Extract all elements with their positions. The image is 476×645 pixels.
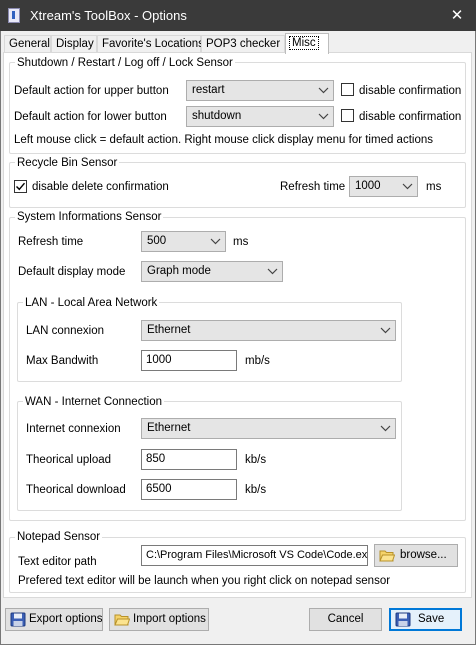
lower-disable-confirmation-label: disable confirmation <box>359 111 462 123</box>
display-mode-label: Default display mode <box>18 266 126 278</box>
upper-disable-confirmation-label: disable confirmation <box>359 85 462 97</box>
max-bandwidth-unit: mb/s <box>245 355 270 367</box>
dropdown-value: restart <box>192 84 225 96</box>
dropdown-value: Ethernet <box>147 422 191 434</box>
tab-label: POP3 checker <box>206 38 281 50</box>
theorical-download-input[interactable]: 6500 <box>141 479 237 500</box>
button-label: Save <box>418 613 445 625</box>
lower-action-dropdown[interactable]: shutdown <box>186 106 334 127</box>
sysinfo-refresh-label: Refresh time <box>18 236 84 248</box>
folder-icon <box>379 550 395 562</box>
tab-label: Display <box>56 38 94 50</box>
export-options-button[interactable]: Export options <box>5 608 103 631</box>
disable-delete-confirmation-checkbox[interactable] <box>14 180 27 193</box>
group-legend: LAN - Local Area Network <box>23 296 160 310</box>
internet-connexion-dropdown[interactable]: Ethernet <box>141 418 396 439</box>
title-bar[interactable]: Xtream's ToolBox - Options ✕ <box>0 0 476 31</box>
sysinfo-refresh-dropdown[interactable]: 500 <box>141 231 226 252</box>
save-button[interactable]: Save <box>389 608 462 631</box>
chevron-down-icon <box>318 87 329 94</box>
group-legend: Recycle Bin Sensor <box>15 156 120 170</box>
input-value: C:\Program Files\Microsoft VS Code\Code.… <box>146 549 368 561</box>
group-legend: System Informations Sensor <box>15 210 164 224</box>
button-label: Import options <box>133 613 206 625</box>
text-editor-path-input[interactable]: C:\Program Files\Microsoft VS Code\Code.… <box>141 545 368 566</box>
lan-connexion-dropdown[interactable]: Ethernet <box>141 320 396 341</box>
chevron-down-icon <box>210 238 221 245</box>
import-options-button[interactable]: Import options <box>109 608 209 631</box>
close-icon: ✕ <box>450 7 464 24</box>
lower-disable-confirmation-checkbox[interactable] <box>341 109 354 122</box>
cancel-button[interactable]: Cancel <box>309 608 382 631</box>
lan-connexion-label: LAN connexion <box>26 325 104 337</box>
chevron-down-icon <box>267 268 278 275</box>
theorical-upload-label: Theorical upload <box>26 454 112 466</box>
max-bandwidth-label: Max Bandwith <box>26 355 99 367</box>
upper-action-dropdown[interactable]: restart <box>186 80 334 101</box>
sysinfo-refresh-unit: ms <box>233 236 249 248</box>
button-label: browse... <box>400 549 447 561</box>
input-value: 1000 <box>146 354 172 366</box>
dropdown-value: shutdown <box>192 110 242 122</box>
chevron-down-icon <box>318 113 329 120</box>
tab-pop3-checker[interactable]: POP3 checker <box>201 35 285 53</box>
group-legend: Shutdown / Restart / Log off / Lock Sens… <box>15 56 235 70</box>
max-bandwidth-input[interactable]: 1000 <box>141 350 237 371</box>
theorical-upload-input[interactable]: 850 <box>141 449 237 470</box>
browse-button[interactable]: browse... <box>374 544 458 567</box>
dropdown-value: 500 <box>147 235 167 247</box>
input-value: 850 <box>146 453 166 465</box>
recycle-refresh-dropdown[interactable]: 1000 <box>349 176 418 197</box>
internet-connexion-label: Internet connexion <box>26 423 121 435</box>
group-legend: Notepad Sensor <box>15 530 103 544</box>
tab-label: Favorite's Locations <box>102 38 204 50</box>
chevron-down-icon <box>380 327 391 334</box>
tab-label: General <box>9 38 50 50</box>
display-mode-dropdown[interactable]: Graph mode <box>141 261 283 282</box>
tab-misc[interactable]: Misc <box>285 33 329 54</box>
button-label: Export options <box>29 613 103 625</box>
shutdown-hint: Left mouse click = default action. Right… <box>14 134 433 146</box>
tab-display[interactable]: Display <box>51 35 97 53</box>
tab-general[interactable]: General <box>4 35 51 53</box>
tab-label: Misc <box>289 36 319 50</box>
tab-favorites-locations[interactable]: Favorite's Locations <box>97 35 204 53</box>
button-label: Cancel <box>327 613 364 625</box>
folder-icon <box>114 614 130 626</box>
group-legend: WAN - Internet Connection <box>23 395 164 409</box>
chevron-down-icon <box>402 183 413 190</box>
disable-delete-confirmation-label: disable delete confirmation <box>32 181 169 193</box>
close-button[interactable]: ✕ <box>438 0 476 31</box>
upper-button-label: Default action for upper button <box>14 85 169 97</box>
window-title: Xtream's ToolBox - Options <box>30 8 187 23</box>
upper-disable-confirmation-checkbox[interactable] <box>341 83 354 96</box>
theorical-upload-unit: kb/s <box>245 454 267 466</box>
recycle-refresh-label: Refresh time <box>280 181 346 193</box>
dropdown-value: Graph mode <box>147 265 211 277</box>
chevron-down-icon <box>380 425 391 432</box>
floppy-disk-icon <box>395 612 411 627</box>
theorical-download-label: Theorical download <box>26 484 126 496</box>
theorical-download-unit: kb/s <box>245 484 267 496</box>
dropdown-value: 1000 <box>355 180 381 192</box>
floppy-disk-icon <box>10 612 26 627</box>
notepad-hint: Prefered text editor will be launch when… <box>18 575 391 587</box>
text-editor-path-label: Text editor path <box>18 556 97 568</box>
input-value: 6500 <box>146 483 172 495</box>
dropdown-value: Ethernet <box>147 324 191 336</box>
app-icon <box>8 8 20 23</box>
lower-button-label: Default action for lower button <box>14 111 167 123</box>
checkmark-icon <box>16 182 26 191</box>
recycle-refresh-unit: ms <box>426 181 442 193</box>
